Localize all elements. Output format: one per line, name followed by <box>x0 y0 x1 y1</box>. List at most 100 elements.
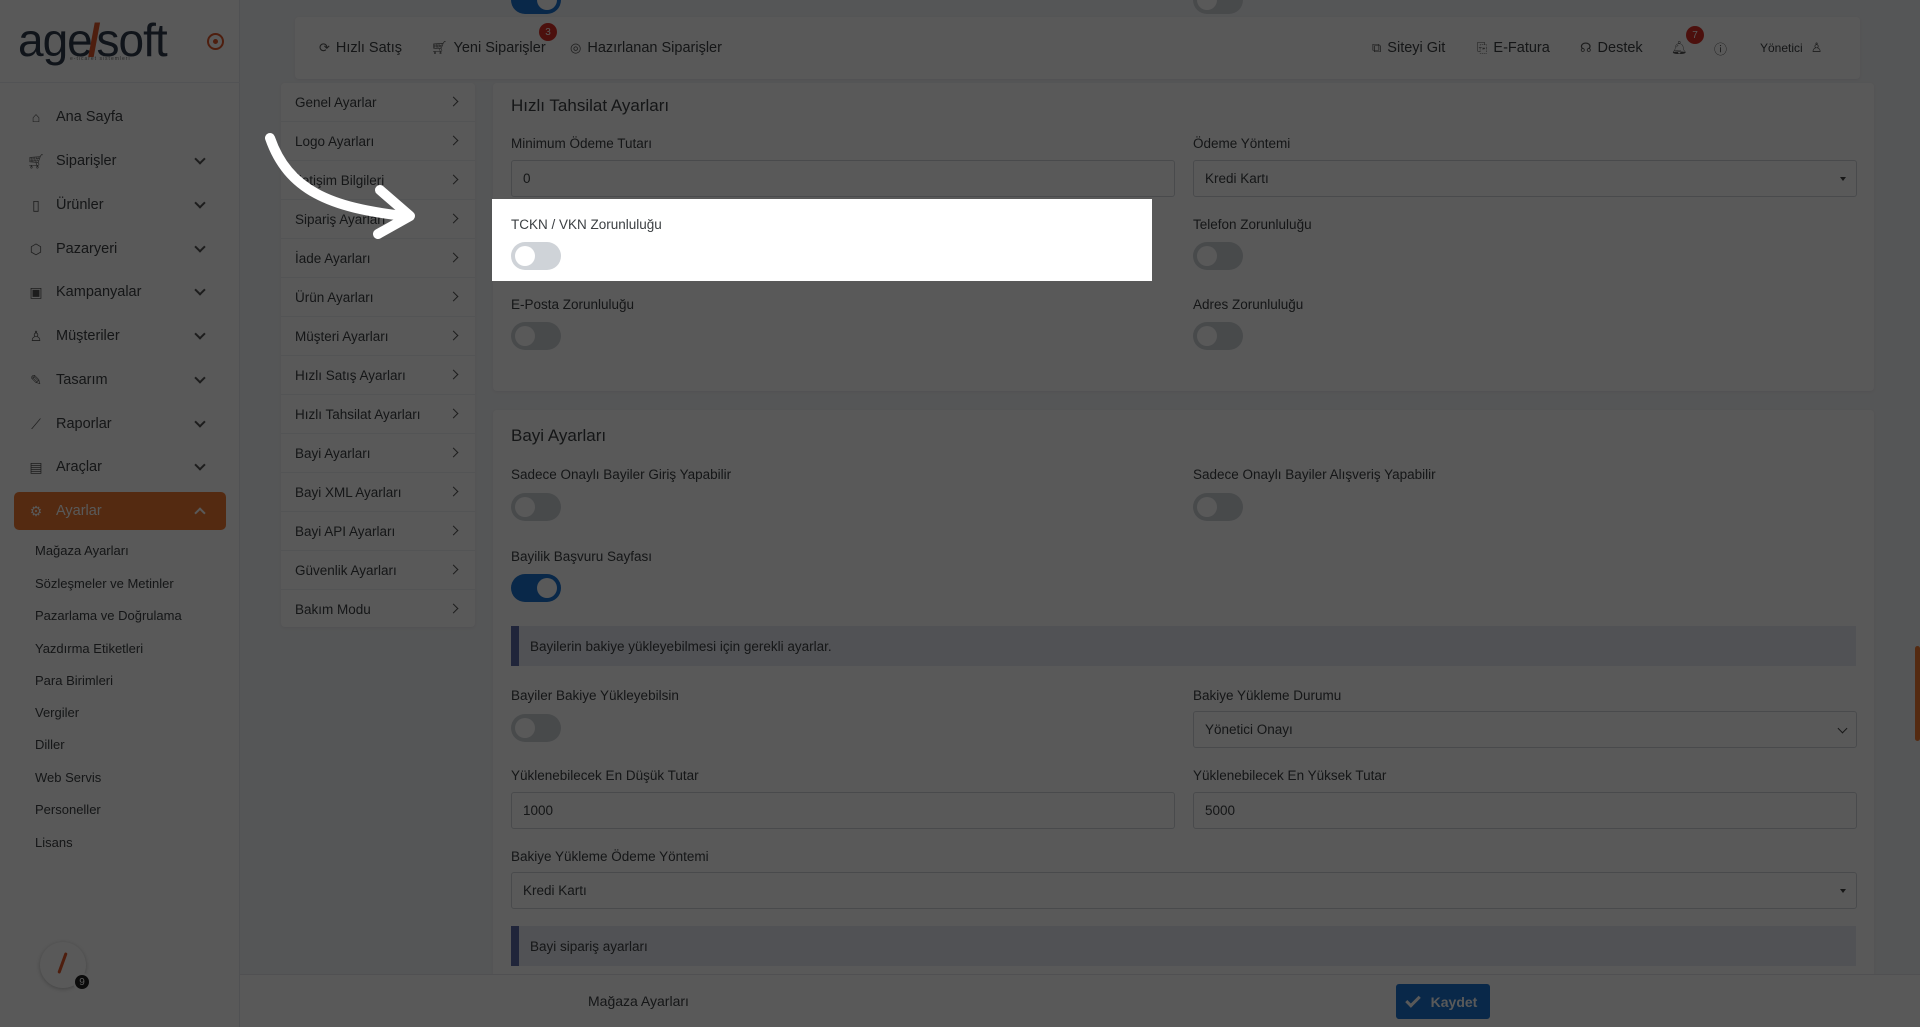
settings-menu-label: Bayi XML Ayarları <box>295 484 402 500</box>
chevron-right-icon <box>448 486 459 497</box>
nav-campaigns[interactable]: ▣ Kampanyalar <box>14 273 226 311</box>
balance-payment-select[interactable]: Kredi Kartı <box>511 872 1857 909</box>
quick-sale-link[interactable]: ⟳ Hızlı Satış <box>319 17 402 79</box>
caret-down-icon <box>1840 889 1846 893</box>
subnav-marketing[interactable]: Pazarlama ve Doğrulama <box>35 608 182 623</box>
cart-icon: 🛒︎ <box>431 40 448 55</box>
bottom-bar-title: Mağaza Ayarları <box>588 993 689 1009</box>
subnav-currencies[interactable]: Para Birimleri <box>35 673 113 688</box>
email-label: E-Posta Zorunluluğu <box>511 297 635 312</box>
phone-toggle[interactable] <box>1193 242 1243 270</box>
nav-label: Araçlar <box>56 459 102 475</box>
subnav-contracts[interactable]: Sözleşmeler ve Metinler <box>35 576 174 591</box>
logo[interactable]: age / soft e-ticaret sistemleri <box>18 14 178 66</box>
nav-marketplace[interactable]: ⬡ Pazaryeri <box>14 230 226 268</box>
nav-home[interactable]: ⌂ Ana Sayfa <box>14 98 226 136</box>
bell-icon: 🔔︎ <box>1671 40 1688 55</box>
subnav-languages[interactable]: Diller <box>35 737 65 752</box>
info-button[interactable]: ⓘ <box>1714 17 1733 79</box>
chevron-right-icon <box>448 96 459 107</box>
sidebar: age / soft e-ticaret sistemleri ⌂ Ana Sayfa… <box>0 0 240 1027</box>
email-toggle[interactable] <box>511 322 561 350</box>
min-load-input[interactable]: 1000 <box>511 792 1175 829</box>
settings-menu-item[interactable]: Güvenlik Ayarları <box>281 551 475 590</box>
settings-menu-item[interactable]: Hızlı Satış Ayarları <box>281 356 475 395</box>
nav-tools[interactable]: ▤ Araçlar <box>14 448 226 486</box>
box-icon: ◎ <box>570 40 582 55</box>
einvoice-link[interactable]: ⎘ E-Fatura <box>1477 17 1550 79</box>
tutorial-arrow-icon <box>265 133 415 239</box>
subnav-license[interactable]: Lisans <box>35 835 73 850</box>
subnav-store-settings[interactable]: Mağaza Ayarları <box>35 543 129 558</box>
address-toggle[interactable] <box>1193 322 1243 350</box>
nav-settings[interactable]: ⚙ Ayarlar <box>14 492 226 530</box>
external-link-icon: ⧉ <box>1372 40 1382 55</box>
spotlight-tckn-toggle[interactable] <box>511 242 561 270</box>
application-page-toggle[interactable] <box>511 574 561 602</box>
settings-menu-label: Hızlı Satış Ayarları <box>295 367 406 383</box>
settings-menu-label: Genel Ayarlar <box>295 94 377 110</box>
go-site-link[interactable]: ⧉ Siteyi Git <box>1372 17 1445 79</box>
chevron-right-icon <box>448 291 459 302</box>
nav-orders[interactable]: 🛒︎ Siparişler <box>14 142 226 180</box>
nav-customers[interactable]: ♙ Müşteriler <box>14 317 226 355</box>
nav-label: Ayarlar <box>56 503 102 519</box>
approved-login-toggle[interactable] <box>511 493 561 521</box>
toggle-prev-left[interactable] <box>511 0 561 14</box>
balance-payment-value: Kredi Kartı <box>523 883 587 898</box>
application-page-label: Bayilik Başvuru Sayfası <box>511 549 653 564</box>
settings-menu-item[interactable]: Ürün Ayarları <box>281 278 475 317</box>
approved-shop-label: Sadece Onaylı Bayiler Alışveriş Yapabili… <box>1193 467 1436 482</box>
book-icon: ▯ <box>32 196 40 213</box>
chevron-up-icon <box>194 507 206 519</box>
user-menu[interactable]: Yönetici ♙ <box>1760 17 1828 79</box>
save-button[interactable]: Kaydet <box>1396 984 1490 1019</box>
nav-reports[interactable]: ⟋ Raporlar <box>14 405 226 443</box>
balance-status-select[interactable]: Yönetici Onayı <box>1193 711 1857 748</box>
can-load-balance-toggle[interactable] <box>511 714 561 742</box>
new-orders-label: Yeni Siparişler <box>453 40 546 56</box>
nav-products[interactable]: ▯ Ürünler <box>14 186 226 224</box>
settings-menu-item[interactable]: Bayi XML Ayarları <box>281 473 475 512</box>
phone-label: Telefon Zorunluluğu <box>1193 217 1312 232</box>
invoice-icon: ⎘ <box>1477 40 1488 55</box>
prepared-orders-link[interactable]: ◎ Hazırlanan Siparişler <box>570 17 722 79</box>
chevron-right-icon <box>448 447 459 458</box>
chevron-down-icon <box>194 416 206 428</box>
cart-icon: 🛒︎ <box>27 152 45 169</box>
min-amount-input[interactable]: 0 <box>511 160 1175 197</box>
settings-menu-label: Bakım Modu <box>295 602 371 617</box>
tutorial-spotlight: TCKN / VKN Zorunluluğu <box>492 199 1152 281</box>
settings-menu-item[interactable]: Bayi Ayarları <box>281 434 475 473</box>
user-icon: ♙ <box>29 327 43 344</box>
user-icon: ♙ <box>1810 40 1823 55</box>
can-load-balance-label: Bayiler Bakiye Yükleyebilsin <box>511 688 679 703</box>
new-orders-link[interactable]: 🛒︎ Yeni Siparişler <box>431 17 546 79</box>
settings-menu-label: Hızlı Tahsilat Ayarları <box>295 406 421 422</box>
quick-sale-label: Hızlı Satış <box>335 40 402 56</box>
chevron-right-icon <box>448 252 459 263</box>
toggle-prev-right[interactable] <box>1193 0 1243 14</box>
subnav-staff[interactable]: Personeller <box>35 802 101 817</box>
settings-menu-item[interactable]: Hızlı Tahsilat Ayarları <box>281 395 475 434</box>
subnav-taxes[interactable]: Vergiler <box>35 705 79 720</box>
nav-design[interactable]: ✎ Tasarım <box>14 361 226 399</box>
chevron-down-icon <box>194 153 206 165</box>
settings-menu-item[interactable]: Bakım Modu <box>281 590 475 629</box>
subnav-print-labels[interactable]: Yazdırma Etiketleri <box>35 641 143 656</box>
einvoice-label: E-Fatura <box>1493 40 1550 56</box>
scrollbar[interactable] <box>1915 646 1920 741</box>
dealer-title: Bayi Ayarları <box>511 426 607 445</box>
notifications-badge: 7 <box>1686 26 1704 44</box>
approved-shop-toggle[interactable] <box>1193 493 1243 521</box>
settings-menu-item[interactable]: Genel Ayarlar <box>281 83 475 122</box>
divider <box>0 82 240 83</box>
settings-menu-item[interactable]: Müşteri Ayarları <box>281 317 475 356</box>
payment-method-select[interactable]: Kredi Kartı <box>1193 160 1857 197</box>
settings-menu-item[interactable]: Bayi API Ayarları <box>281 512 475 551</box>
target-icon[interactable] <box>207 33 224 50</box>
subnav-web-service[interactable]: Web Servis <box>35 770 101 785</box>
cube-icon: ⬡ <box>29 240 43 257</box>
support-link[interactable]: ☊ Destek <box>1580 17 1643 79</box>
max-load-input[interactable]: 5000 <box>1193 792 1857 829</box>
